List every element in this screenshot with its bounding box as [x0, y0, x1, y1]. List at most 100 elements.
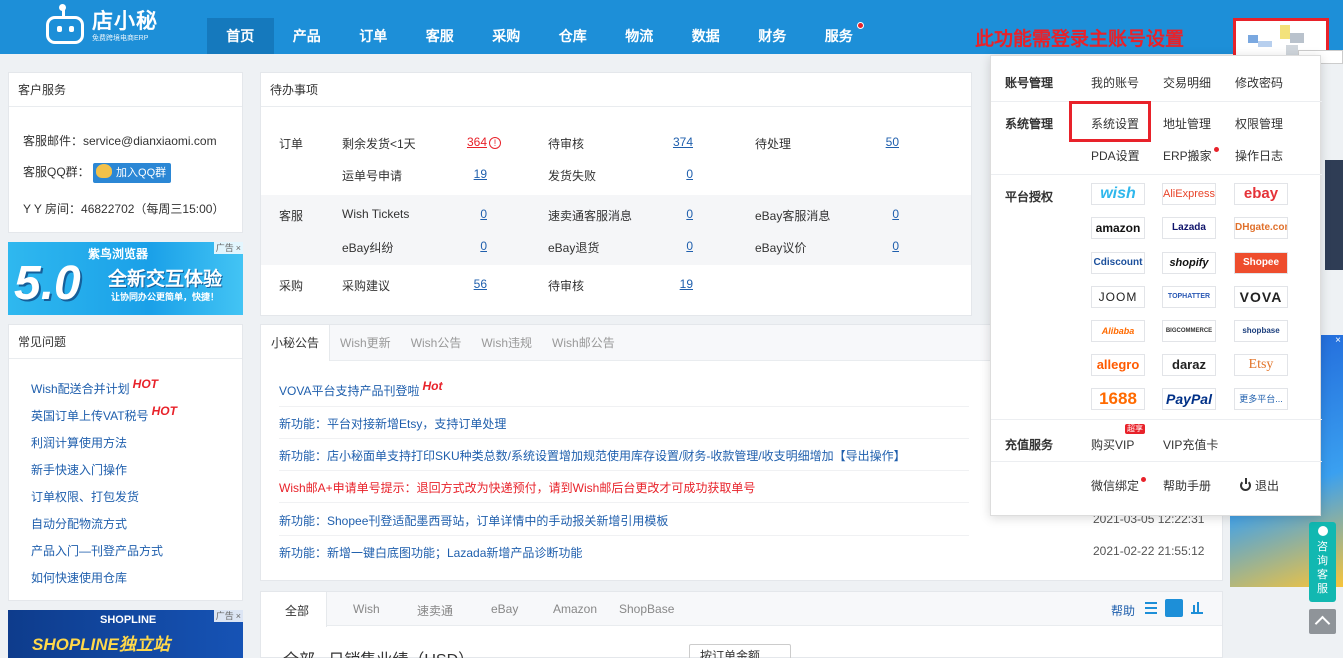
- platform-ebay[interactable]: ebay: [1234, 183, 1288, 205]
- nav-logistics[interactable]: 物流: [606, 18, 673, 54]
- nav-customer-service[interactable]: 客服: [407, 18, 474, 54]
- notice-item-5[interactable]: 新功能：新增一键白底图功能；Lazada新增产品诊断功能: [279, 544, 582, 561]
- platform-paypal[interactable]: PayPal: [1162, 388, 1216, 410]
- nav-services[interactable]: 服务: [806, 18, 873, 54]
- faq-link-1[interactable]: 英国订单上传VAT税号 HOT: [31, 404, 177, 424]
- platform-bigcommerce[interactable]: BIGCOMMERCE: [1162, 320, 1216, 342]
- faq-link-5[interactable]: 自动分配物流方式: [31, 515, 127, 532]
- todo-cat-order: 订单: [279, 137, 304, 151]
- menu-operation-log[interactable]: 操作日志: [1235, 147, 1283, 164]
- tab-wish-notice[interactable]: Wish公告: [401, 325, 472, 361]
- line-chart-icon[interactable]: [1165, 599, 1183, 617]
- notice-item-0[interactable]: VOVA平台支持产品刊登啦 Hot: [279, 379, 442, 399]
- nav-finance[interactable]: 财务: [739, 18, 806, 54]
- menu-my-account[interactable]: 我的账号: [1091, 74, 1139, 91]
- todo-count[interactable]: 0: [653, 239, 693, 253]
- platform-1688[interactable]: 1688: [1091, 388, 1145, 410]
- todo-count[interactable]: 19: [653, 277, 693, 291]
- bar-chart-icon[interactable]: [1191, 602, 1203, 614]
- back-to-top-button[interactable]: [1309, 609, 1336, 634]
- menu-change-password[interactable]: 修改密码: [1235, 74, 1283, 91]
- tab-wish-update[interactable]: Wish更新: [330, 325, 401, 361]
- platform-vova[interactable]: VOVA: [1234, 286, 1288, 308]
- nav-purchase[interactable]: 采购: [473, 18, 540, 54]
- todo-label: 待处理: [755, 137, 792, 151]
- platform-etsy[interactable]: Etsy: [1234, 354, 1288, 376]
- todo-count[interactable]: 0: [447, 207, 487, 221]
- platform-lazada[interactable]: Lazada: [1162, 217, 1216, 239]
- notice-item-4[interactable]: 新功能：Shopee刊登适配墨西哥站，订单详情中的手动报关新增引用模板: [279, 512, 668, 529]
- platform-dhgate[interactable]: DHgate.com: [1234, 217, 1288, 239]
- todo-count[interactable]: 0: [653, 167, 693, 181]
- platform-joom[interactable]: JOOM: [1091, 286, 1145, 308]
- faq-link-7[interactable]: 如何快速使用仓库: [31, 569, 127, 586]
- todo-count[interactable]: 0: [447, 239, 487, 253]
- todo-count[interactable]: 19: [447, 167, 487, 181]
- nav-orders[interactable]: 订单: [340, 18, 407, 54]
- todo-count[interactable]: 0: [653, 207, 693, 221]
- platform-more[interactable]: 更多平台...: [1234, 388, 1288, 410]
- nav-products[interactable]: 产品: [274, 18, 341, 54]
- platform-shopee[interactable]: Shopee: [1234, 252, 1288, 274]
- platform-tophatter[interactable]: TOPHATTER: [1162, 286, 1216, 308]
- sales-tab-amazon[interactable]: Amazon: [553, 602, 597, 616]
- ad-banner-shopline[interactable]: SHOPLINE SHOPLINE独立站 广告 ×: [8, 610, 243, 658]
- platform-allegro[interactable]: allegro: [1091, 354, 1145, 376]
- join-qq-button[interactable]: 加入QQ群: [93, 163, 172, 183]
- sales-tab-aliexpress[interactable]: 速卖通: [417, 602, 453, 619]
- todo-count[interactable]: 56: [447, 277, 487, 291]
- todo-count[interactable]: 0: [859, 207, 899, 221]
- sales-tab-ebay[interactable]: eBay: [491, 602, 518, 616]
- faq-link-3[interactable]: 新手快速入门操作: [31, 461, 127, 478]
- todo-cs-group: 客服 Wish Tickets 0 速卖通客服消息 0 eBay客服消息 0 e…: [261, 195, 971, 265]
- nav-data[interactable]: 数据: [673, 18, 740, 54]
- nav-home[interactable]: 首页: [207, 18, 274, 54]
- menu-section-recharge: 充值服务: [1005, 438, 1054, 452]
- menu-wechat-bind[interactable]: 微信绑定: [1091, 477, 1147, 494]
- tab-wish-violation[interactable]: Wish违规: [471, 325, 542, 361]
- close-icon[interactable]: ×: [1335, 335, 1341, 346]
- sales-tab-shopbase[interactable]: ShopBase: [619, 602, 674, 616]
- notice-item-2[interactable]: 新功能：店小秘面单支持打印SKU种类总数/系统设置增加规范使用库存设置/财务-收…: [279, 447, 906, 464]
- faq-link-2[interactable]: 利润计算使用方法: [31, 434, 127, 451]
- menu-vip-card[interactable]: VIP充值卡: [1163, 436, 1218, 453]
- menu-address-management[interactable]: 地址管理: [1163, 115, 1211, 132]
- todo-count[interactable]: 0: [859, 239, 899, 253]
- faq-link-0[interactable]: Wish配送合并计划 HOT: [31, 377, 158, 397]
- platform-shopbase[interactable]: shopbase: [1234, 320, 1288, 342]
- platform-wish[interactable]: wish: [1091, 183, 1145, 205]
- menu-logout[interactable]: 退出: [1240, 477, 1279, 494]
- platform-daraz[interactable]: daraz: [1162, 354, 1216, 376]
- ad-banner-browser[interactable]: 紫鸟浏览器 5.0 全新交互体验 让协同办公更简单，快捷！ 广告 ×: [8, 242, 243, 315]
- platform-cdiscount[interactable]: Cdiscount: [1091, 252, 1145, 274]
- tab-xiaomi-notice[interactable]: 小秘公告: [261, 325, 331, 361]
- todo-count[interactable]: 374: [653, 135, 693, 149]
- menu-erp-migration[interactable]: ERP搬家: [1163, 147, 1219, 164]
- ad-tag[interactable]: 广告 ×: [213, 242, 243, 254]
- faq-link-4[interactable]: 订单权限、打包发货: [31, 488, 139, 505]
- logo[interactable]: 店小秘 免费跨境电商ERP: [44, 4, 158, 48]
- platform-aliexpress[interactable]: AliExpress: [1162, 183, 1216, 205]
- ad-tag[interactable]: 广告 ×: [213, 610, 243, 622]
- tab-wish-post-notice[interactable]: Wish邮公告: [542, 325, 625, 361]
- faq-link-6[interactable]: 产品入门—刊登产品方式: [31, 542, 163, 559]
- todo-count-urgent[interactable]: 364!: [447, 135, 501, 149]
- menu-help-manual[interactable]: 帮助手册: [1163, 477, 1211, 494]
- menu-transactions[interactable]: 交易明细: [1163, 74, 1211, 91]
- nav-warehouse[interactable]: 仓库: [540, 18, 607, 54]
- consult-service-button[interactable]: 咨询客服: [1309, 522, 1336, 602]
- notice-item-3[interactable]: Wish邮A+申请单号提示：退回方式改为快递预付，请到Wish邮后台更改才可成功…: [279, 479, 755, 496]
- sales-metric-select[interactable]: 按订单金额: [689, 644, 791, 658]
- platform-alibaba[interactable]: Alibaba: [1091, 320, 1145, 342]
- list-view-icon[interactable]: [1145, 602, 1157, 614]
- platform-shopify[interactable]: shopify: [1162, 252, 1216, 274]
- notice-item-1[interactable]: 新功能：平台对接新增Etsy，支持订单处理: [279, 415, 506, 432]
- todo-count[interactable]: 50: [859, 135, 899, 149]
- sales-help-link[interactable]: 帮助: [1111, 602, 1135, 619]
- menu-pda-settings[interactable]: PDA设置: [1091, 147, 1140, 164]
- sales-tab-all[interactable]: 全部: [285, 602, 309, 619]
- menu-buy-vip[interactable]: 购买VIP: [1091, 436, 1134, 453]
- sales-tab-wish[interactable]: Wish: [353, 602, 380, 616]
- menu-permission-management[interactable]: 权限管理: [1235, 115, 1283, 132]
- platform-amazon[interactable]: amazon: [1091, 217, 1145, 239]
